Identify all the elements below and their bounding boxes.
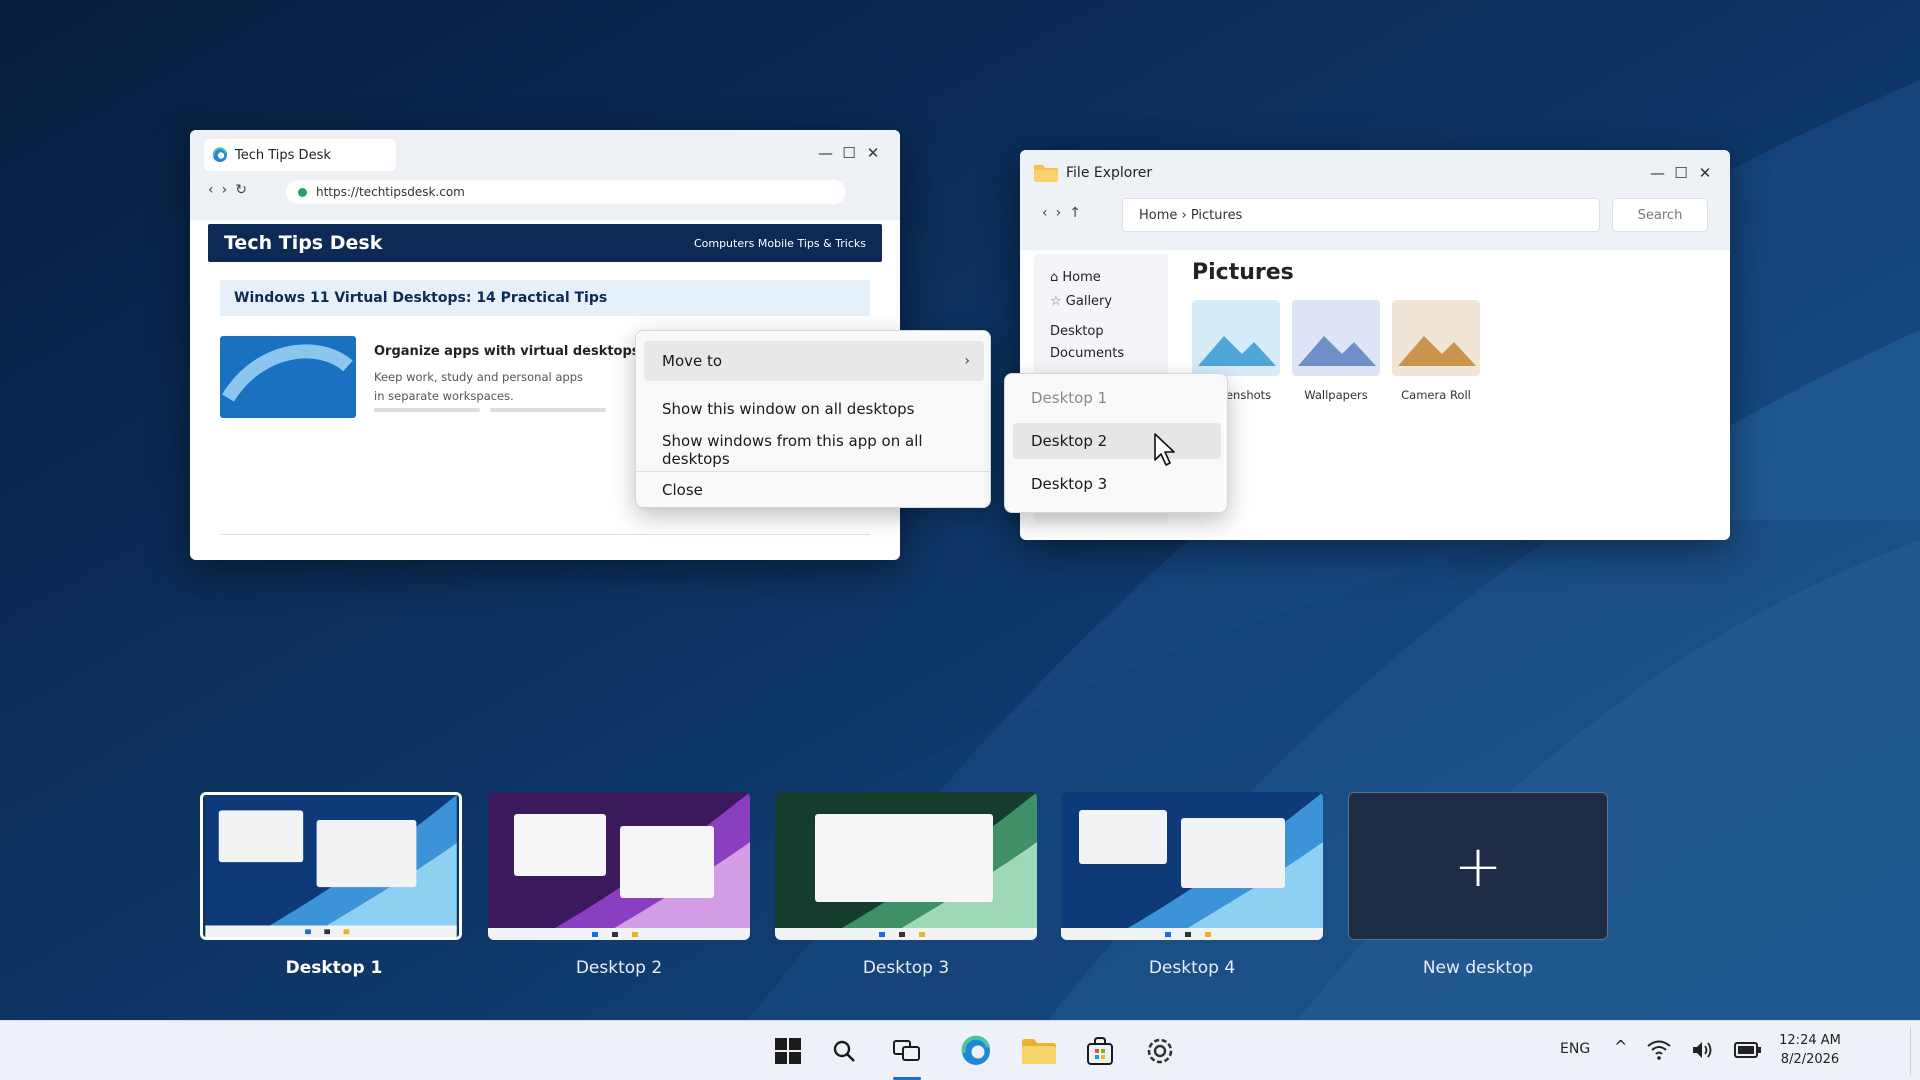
new-desktop-button[interactable]: +	[1348, 792, 1608, 940]
close-icon[interactable]: ✕	[866, 144, 880, 162]
explorer-window-controls: — ☐ ✕	[1650, 164, 1712, 182]
site-title[interactable]: Tech Tips Desk	[224, 232, 382, 254]
sidebar-item-documents[interactable]: Documents	[1050, 346, 1124, 361]
desktop-label-2: Desktop 2	[575, 958, 663, 978]
settings-icon[interactable]	[1144, 1035, 1176, 1067]
folder-thumbnail-screenshots[interactable]	[1192, 300, 1280, 376]
folder-label[interactable]: Camera Roll	[1386, 388, 1486, 402]
sidebar-item-home[interactable]: ⌂ Home	[1050, 270, 1101, 285]
explorer-chrome: File Explorer — ☐ ✕ ‹ › ↑ Home › Picture…	[1020, 150, 1730, 250]
desktop-label-1: Desktop 1	[285, 958, 383, 978]
folder-heading: Pictures	[1192, 260, 1294, 285]
desktop-thumbnail-1[interactable]	[200, 792, 462, 940]
refresh-icon[interactable]: ↻	[235, 182, 247, 198]
menu-item-label: Move to	[662, 352, 723, 370]
submenu-item-desktop-1[interactable]: Desktop 1	[1013, 380, 1221, 416]
browser-chrome: Tech Tips Desk — ☐ ✕ ‹ › ↻ https://techt…	[190, 130, 900, 220]
clock-time: 12:24 AM	[1779, 1033, 1841, 1048]
back-icon[interactable]: ‹	[208, 182, 214, 198]
submenu-item-desktop-3[interactable]: Desktop 3	[1013, 466, 1221, 502]
desktop-label-4: Desktop 4	[1148, 958, 1236, 978]
edge-icon[interactable]	[960, 1035, 992, 1067]
folder-icon	[1034, 165, 1058, 182]
article-title[interactable]: Windows 11 Virtual Desktops: 14 Practica…	[220, 280, 870, 316]
star-icon: ☆	[1050, 294, 1066, 309]
explorer-title: File Explorer	[1066, 165, 1153, 181]
divider	[220, 534, 870, 535]
system-clock[interactable]: 12:24 AM 8/2/2026	[1770, 1031, 1850, 1069]
explorer-address-bar[interactable]: Home › Pictures	[1122, 198, 1600, 232]
folder-thumbnail-camera-roll[interactable]	[1392, 300, 1480, 376]
browser-tab-title: Tech Tips Desk	[235, 147, 331, 163]
close-icon[interactable]: ✕	[1698, 164, 1712, 182]
forward-icon[interactable]: ›	[1056, 205, 1062, 221]
explorer-title-bar: File Explorer	[1034, 164, 1152, 182]
chevron-up-icon[interactable]: ^	[1614, 1037, 1627, 1056]
article-thumbnail	[220, 336, 356, 418]
sidebar-item-label: Gallery	[1065, 294, 1113, 309]
chevron-right-icon: ›	[964, 353, 970, 369]
show-desktop-button[interactable]	[1910, 1027, 1911, 1075]
search-icon[interactable]	[828, 1035, 860, 1067]
folder-label[interactable]: Wallpapers	[1286, 388, 1386, 402]
submenu-item-desktop-2[interactable]: Desktop 2	[1013, 423, 1221, 459]
menu-item-close[interactable]: Close	[644, 473, 984, 507]
edge-icon	[212, 147, 227, 162]
store-icon[interactable]	[1084, 1035, 1116, 1067]
file-explorer-icon[interactable]	[1021, 1035, 1057, 1067]
context-menu: Move to › Show this window on all deskto…	[635, 330, 991, 508]
desktop-thumbnail-3[interactable]	[775, 792, 1037, 940]
card-body: Keep work, study and personal apps in se…	[374, 368, 634, 406]
mouse-pointer-icon	[1154, 433, 1175, 466]
minimize-icon[interactable]: —	[818, 144, 833, 162]
plus-icon: +	[1453, 832, 1503, 900]
forward-icon[interactable]: ›	[222, 182, 228, 198]
browser-tab[interactable]: Tech Tips Desk	[204, 139, 396, 171]
desktop-thumbnail-4[interactable]	[1061, 792, 1323, 940]
volume-icon[interactable]	[1690, 1038, 1714, 1062]
card-body-line: Keep work, study and personal apps	[374, 370, 584, 384]
site-header: Tech Tips Desk Computers Mobile Tips & T…	[208, 224, 882, 262]
secure-icon	[298, 187, 307, 197]
maximize-icon[interactable]: ☐	[1674, 164, 1688, 182]
new-desktop-label: New desktop	[1422, 958, 1534, 978]
maximize-icon[interactable]: ☐	[842, 144, 856, 162]
menu-item-show-window-all-desktops[interactable]: Show this window on all desktops	[644, 389, 984, 429]
minimize-icon[interactable]: —	[1650, 164, 1665, 182]
desktop-label-3: Desktop 3	[862, 958, 950, 978]
browser-nav: ‹ › ↻	[208, 182, 247, 198]
sidebar-item-gallery[interactable]: ☆ Gallery	[1050, 294, 1112, 309]
card-heading[interactable]: Organize apps with virtual desktops	[374, 344, 640, 359]
menu-separator	[636, 471, 990, 472]
site-nav[interactable]: Computers Mobile Tips & Tricks	[694, 237, 866, 250]
menu-item-move-to[interactable]: Move to ›	[644, 341, 984, 381]
explorer-nav: ‹ › ↑	[1042, 205, 1081, 221]
input-language[interactable]: ENG	[1560, 1041, 1590, 1057]
clock-date: 8/2/2026	[1780, 1052, 1840, 1067]
wifi-icon[interactable]	[1646, 1037, 1672, 1063]
task-view-icon[interactable]	[891, 1035, 923, 1067]
move-to-submenu: Desktop 1 Desktop 2 Desktop 3	[1004, 373, 1228, 513]
card-body-line: in separate workspaces.	[374, 389, 514, 403]
menu-item-show-app-all-desktops[interactable]: Show windows from this app on all deskto…	[644, 430, 984, 470]
desktop-thumbnail-2[interactable]	[488, 792, 750, 940]
text-placeholder	[374, 408, 480, 412]
back-icon[interactable]: ‹	[1042, 205, 1048, 221]
sidebar-item-desktop[interactable]: Desktop	[1050, 324, 1104, 339]
start-icon[interactable]	[772, 1035, 804, 1067]
taskbar: ENG ^ 12:24 AM 8/2/2026	[0, 1020, 1920, 1080]
explorer-search-box[interactable]: Search	[1612, 198, 1708, 232]
battery-icon[interactable]	[1734, 1040, 1762, 1060]
browser-window-controls: — ☐ ✕	[818, 144, 880, 162]
address-bar-url: https://techtipsdesk.com	[316, 185, 465, 199]
text-placeholder	[490, 408, 606, 412]
up-icon[interactable]: ↑	[1069, 205, 1081, 221]
sidebar-item-label: Home	[1062, 270, 1101, 285]
folder-thumbnail-wallpapers[interactable]	[1292, 300, 1380, 376]
address-bar[interactable]: https://techtipsdesk.com	[286, 180, 846, 204]
home-icon: ⌂	[1050, 270, 1063, 285]
